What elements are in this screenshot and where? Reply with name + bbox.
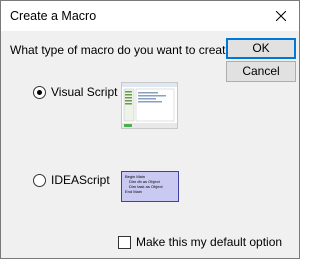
- default-option-row[interactable]: Make this my default option: [118, 235, 282, 249]
- visual-script-thumbnail: [122, 83, 177, 128]
- visual-script-option[interactable]: Visual Script: [33, 85, 117, 99]
- prompt-text: What type of macro do you want to create…: [10, 43, 239, 57]
- default-option-label: Make this my default option: [136, 235, 283, 249]
- ok-button[interactable]: OK: [226, 38, 296, 59]
- default-option-checkbox[interactable]: [118, 235, 131, 249]
- visual-script-label: Visual Script: [51, 85, 118, 99]
- dialog-title: Create a Macro: [10, 9, 97, 23]
- title-bar: Create a Macro: [1, 1, 299, 31]
- close-icon: [276, 11, 286, 21]
- visual-script-radio[interactable]: [33, 85, 46, 99]
- create-macro-dialog: Create a Macro What type of macro do you…: [0, 0, 300, 259]
- ideascript-preview: Begin Main Dim db as Object Dim task as …: [121, 171, 179, 202]
- cancel-button[interactable]: Cancel: [226, 61, 296, 82]
- close-button[interactable]: [263, 1, 299, 31]
- ideascript-option[interactable]: IDEAScript: [33, 173, 110, 187]
- preview-line: End Main: [125, 189, 142, 194]
- ideascript-label: IDEAScript: [51, 173, 110, 187]
- ideascript-radio[interactable]: [33, 173, 46, 187]
- visual-script-preview: [121, 82, 178, 129]
